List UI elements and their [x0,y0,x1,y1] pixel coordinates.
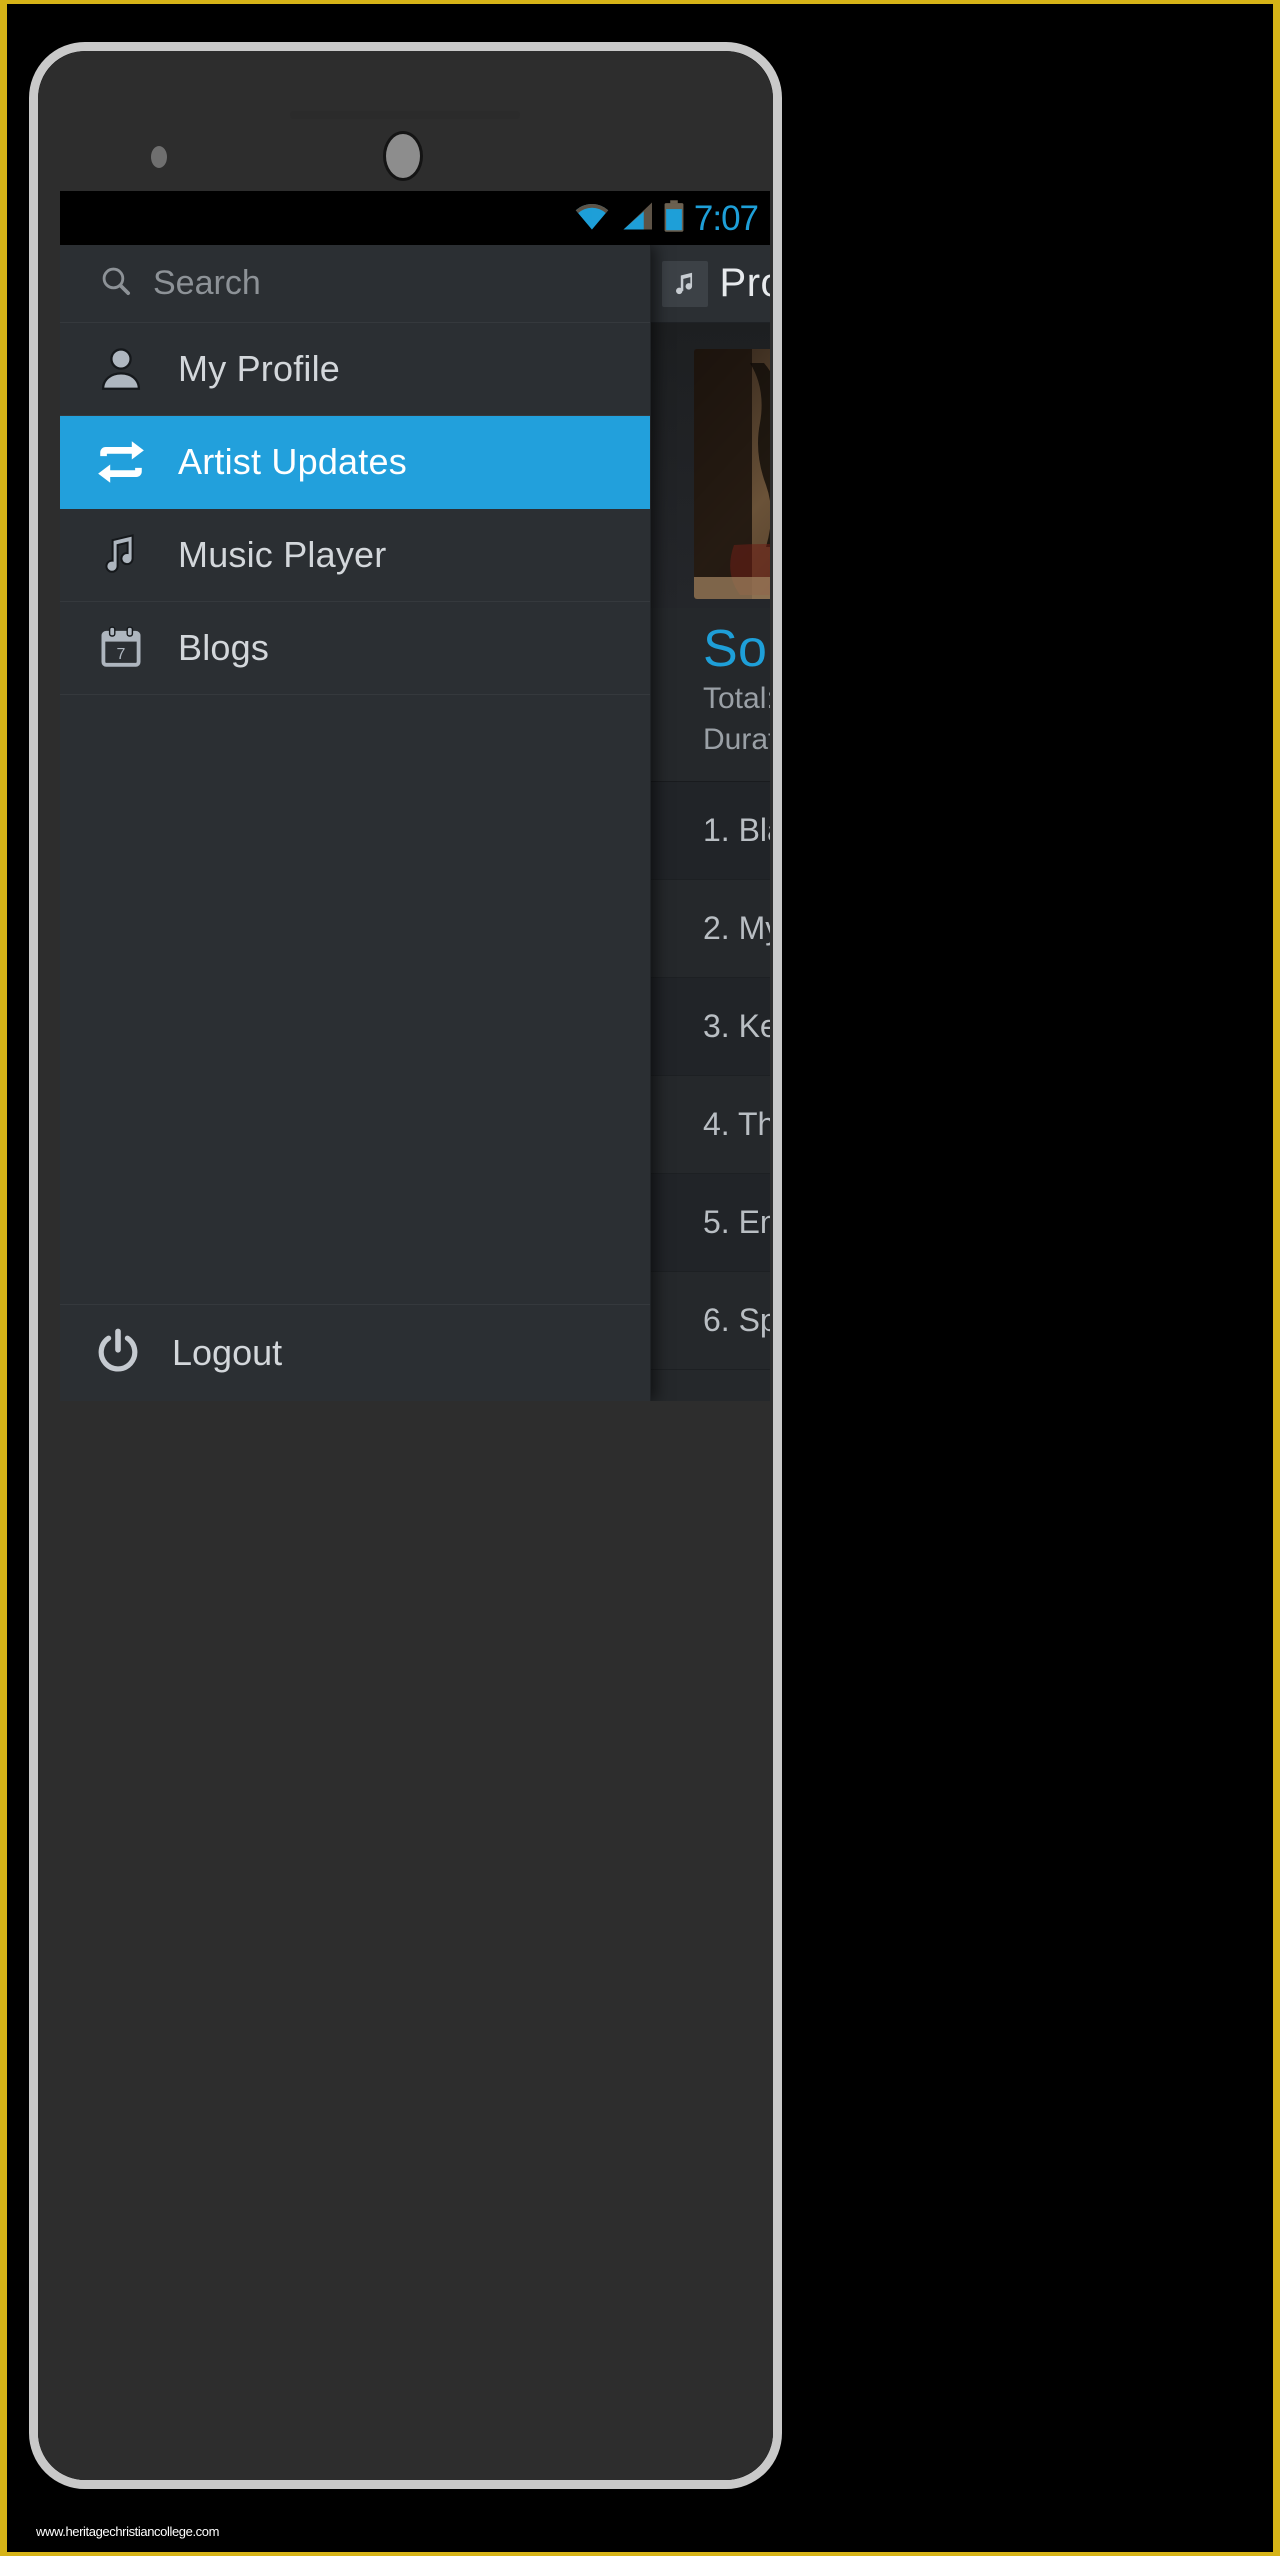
songs-total: Total: 123 [703,681,770,715]
navigation-drawer: Search My Profile Artist Updates Music P… [60,245,651,1401]
sidebar-item-label: My Profile [178,348,341,389]
page-right-edge [1263,4,1273,2552]
sidebar-item-label: Music Player [178,534,387,575]
sidebar-item-my-profile[interactable]: My Profile [60,323,650,416]
drawer-empty-space [60,695,650,1305]
screen-content: ❮ Pro [60,245,770,1401]
album-artwork-image [694,349,770,599]
search-placeholder: Search [153,264,261,302]
music-note-icon [661,260,708,307]
sidebar-item-label: Blogs [178,627,270,668]
watermark-text: www.heritagechristiancollege.com [36,2524,220,2539]
phone-device: 7:07 ❮ Pro [29,42,782,2489]
sidebar-item-music-player[interactable]: Music Player [60,509,650,602]
sidebar-item-blogs[interactable]: 7 Blogs [60,602,650,695]
logout-button[interactable]: Logout [60,1305,650,1401]
songs-heading: Songs [703,620,770,678]
logout-label: Logout [172,1332,283,1373]
power-icon [94,1327,142,1380]
phone-lower-bezel [38,1401,773,2480]
music-note-icon [94,531,148,579]
proximity-sensor-icon [151,146,167,168]
status-clock: 7:07 [693,198,759,238]
person-icon [94,344,148,394]
sidebar-item-artist-updates[interactable]: Artist Updates [60,416,650,509]
songs-duration: Duration: 1 [703,722,770,756]
status-bar: 7:07 [60,191,770,245]
calendar-icon: 7 [94,624,148,672]
battery-icon [663,199,685,237]
phone-screen: 7:07 ❮ Pro [60,191,770,1401]
search-icon [99,264,133,303]
calendar-day-number: 7 [117,646,126,663]
page-root: 7:07 ❮ Pro [0,0,1280,2556]
wifi-icon [573,201,611,236]
background-page-title: Pro [719,261,770,305]
cellular-signal-icon [620,201,654,236]
earpiece-speaker [290,111,520,119]
sidebar-item-label: Artist Updates [178,441,407,482]
search-input[interactable]: Search [60,245,650,323]
phone-body: 7:07 ❮ Pro [38,51,773,2480]
repeat-icon [94,439,148,485]
front-camera-icon [383,131,423,181]
